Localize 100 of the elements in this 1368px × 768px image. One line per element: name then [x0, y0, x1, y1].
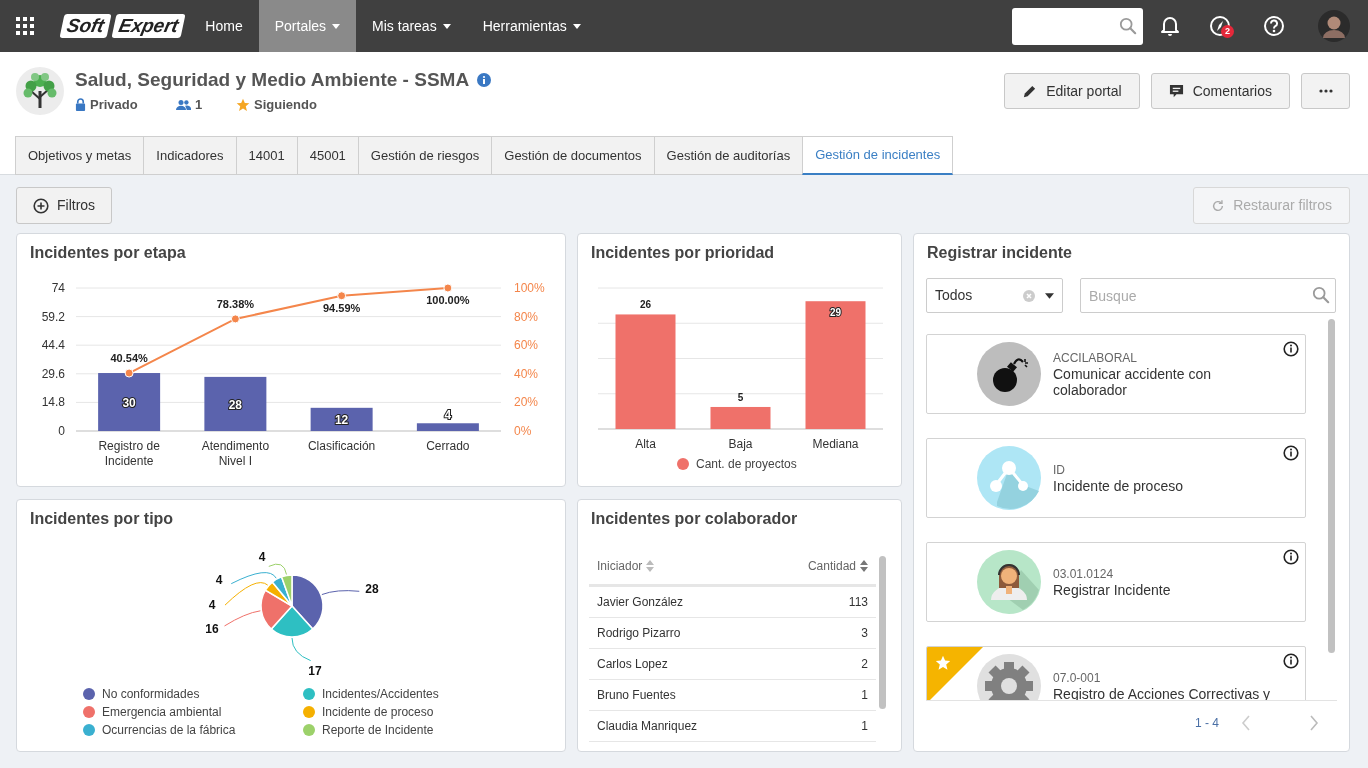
star-icon [236, 97, 250, 112]
data-label: 94.59% [322, 301, 361, 314]
axis-tick-label: 59.2 [41, 309, 65, 324]
category-label: Mediana [812, 437, 859, 451]
info-icon[interactable] [1283, 341, 1299, 357]
tab[interactable]: 45001 [296, 136, 359, 175]
bell-icon[interactable] [1160, 15, 1180, 37]
notification-badge: 2 [1221, 25, 1234, 38]
data-point [337, 291, 347, 301]
bar [416, 423, 479, 431]
tab[interactable]: Indicadores [143, 136, 237, 175]
card-title: Registrar incidente [926, 243, 1073, 263]
legend-dot [677, 458, 689, 470]
compass-icon[interactable] [1209, 15, 1231, 37]
comments-button[interactable]: Comentarios [1150, 73, 1290, 109]
item-code: ACCILABORAL [1053, 350, 1139, 366]
data-label: 100.00% [426, 294, 470, 306]
tab[interactable]: Gestión de documentos [491, 136, 655, 175]
caret-icon [332, 23, 341, 29]
privacy-label: Privado [90, 96, 138, 114]
caret-icon [1045, 292, 1054, 299]
search-icon [1119, 17, 1137, 35]
info-icon[interactable] [1283, 445, 1299, 461]
network-icon [977, 446, 1041, 510]
table-cell-text: Rodrigo Pizarro [597, 625, 681, 642]
incident-type-card[interactable]: 03.01.0124 Registrar Incidente [926, 542, 1306, 622]
star-icon [935, 655, 951, 671]
data-point [443, 283, 453, 293]
axis-tick-label: 40% [514, 366, 539, 381]
member-count: 1 [195, 96, 203, 114]
legend-label: Emergencia ambiental [102, 704, 222, 721]
data-label: 16 [205, 622, 219, 636]
item-title: Incidente de proceso [1053, 477, 1184, 494]
pagination-range: 1 - 4 [1195, 715, 1219, 732]
bar-value-label: 5 [737, 391, 744, 403]
legend-label: No conformidades [102, 686, 200, 703]
bar-value-label: 12 [334, 413, 349, 428]
tab[interactable]: Objetivos y metas [15, 136, 145, 175]
info-icon[interactable] [1283, 653, 1299, 669]
table-cell-text: 113 [848, 594, 868, 611]
column-header[interactable]: Iniciador [597, 557, 655, 575]
bar [204, 376, 267, 431]
data-point [124, 368, 134, 378]
filters-button[interactable]: Filtros [16, 187, 113, 224]
edit-portal-button[interactable]: Editar portal [1004, 73, 1140, 109]
category-label: Cerrado [426, 439, 470, 453]
legend-label: Incidentes/Accidentes [322, 686, 439, 703]
category-label: Clasificación [307, 439, 376, 453]
data-label: 78.38% [216, 297, 255, 310]
comment-icon [1168, 83, 1184, 99]
refresh-icon [1211, 198, 1226, 213]
axis-tick-label: 0 [58, 424, 65, 438]
tab[interactable]: Gestión de auditorías [653, 136, 804, 175]
bar-value-label: 29 [829, 307, 842, 319]
bar [98, 373, 161, 431]
tab[interactable]: Gestión de riesgos [357, 136, 493, 175]
table-cell-text: Carlos Lopez [597, 656, 668, 673]
category-label: Alta [635, 437, 656, 451]
tab[interactable]: Gestión de incidentes [802, 136, 954, 175]
bar-value-label: 28 [228, 397, 243, 412]
scrollbar[interactable] [1328, 319, 1335, 653]
axis-tick-label: 80% [514, 309, 539, 324]
apps-grid-icon[interactable] [16, 17, 34, 35]
card-title: Incidentes por etapa [29, 243, 187, 263]
search-field[interactable] [1012, 7, 1143, 45]
search-field[interactable]: Busque [1080, 278, 1336, 313]
caret-icon [572, 23, 581, 29]
incident-type-card[interactable]: ID Incidente de proceso [926, 438, 1306, 518]
scrollbar[interactable] [879, 556, 886, 709]
item-title: Comunicar accidente con colaborador [1053, 365, 1212, 398]
leader-line [321, 590, 360, 596]
table-cell-text: 1 [861, 687, 868, 704]
item-title: Registrar Incidente [1053, 581, 1172, 598]
sort-icon [646, 560, 655, 572]
more-icon [1318, 89, 1333, 93]
table-cell-text: 2 [861, 656, 868, 673]
axis-tick-label: 74 [51, 281, 65, 295]
axis-tick-label: 0% [514, 424, 532, 438]
tab[interactable]: 14001 [235, 136, 298, 175]
legend-label: Incidente de proceso [322, 704, 434, 721]
axis-tick-label: 20% [514, 395, 539, 410]
card-title: Incidentes por prioridad [590, 243, 776, 263]
column-header[interactable]: Cantidad [807, 557, 868, 575]
category-label: Baja [728, 437, 753, 451]
nav-menu-item[interactable]: Mis tareas [356, 0, 467, 52]
help-icon[interactable] [1263, 15, 1285, 37]
info-icon[interactable] [1283, 549, 1299, 565]
table-cell-text: 1 [861, 718, 868, 735]
incident-type-card[interactable]: ACCILABORAL Comunicar accidente con colaborador [926, 334, 1306, 414]
leader-line [224, 610, 261, 627]
nav-menu-item[interactable]: Herramientas [466, 0, 597, 52]
filter-dropdown[interactable]: Todos [926, 278, 1063, 313]
portal-title: Salud, Seguridad y Medio Ambiente - SSMA [75, 68, 470, 92]
user-avatar[interactable] [1318, 10, 1350, 42]
item-code: 07.0-001 [1053, 670, 1102, 686]
nav-menu-item[interactable]: Home [189, 0, 259, 52]
lock-icon [75, 98, 86, 112]
sort-icon [860, 560, 868, 572]
search-icon [1312, 286, 1330, 304]
table-cell-text: Javier González [597, 594, 684, 611]
